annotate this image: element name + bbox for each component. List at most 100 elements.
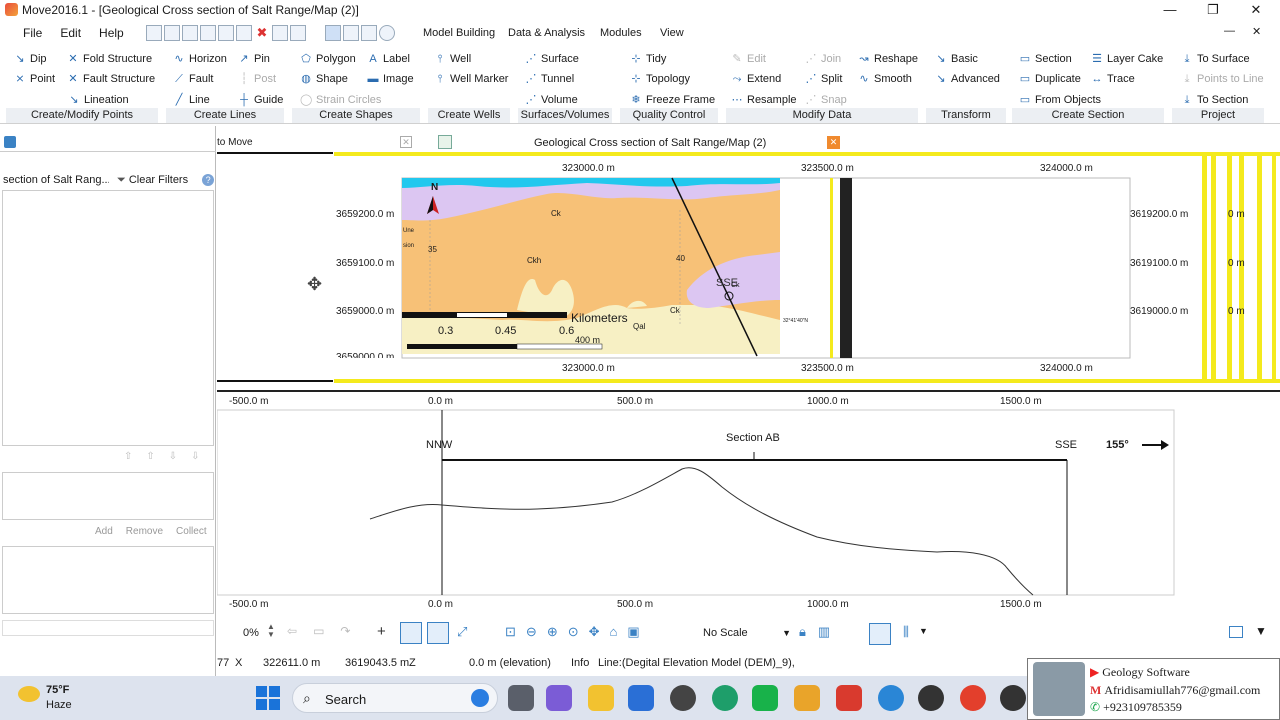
search-box[interactable]: ⌕ Search: [292, 683, 498, 713]
join-button[interactable]: ⋰ Join: [805, 53, 842, 65]
section-button[interactable]: ▭ Section: [1019, 53, 1072, 65]
home-view-icon[interactable]: ⌂: [610, 624, 618, 640]
label-button[interactable]: A Label: [367, 53, 410, 65]
task-view-icon[interactable]: [508, 685, 534, 711]
open-icon[interactable]: [164, 25, 180, 41]
extend-button[interactable]: ⤳ Extend: [731, 73, 782, 85]
section-canvas[interactable]: [217, 392, 1280, 614]
advanced-button[interactable]: ↘ Advanced: [935, 73, 1000, 85]
tab-view[interactable]: View: [660, 27, 684, 39]
ribbon-close-button[interactable]: ✕: [1252, 25, 1261, 38]
close-tab-icon[interactable]: ✕: [400, 136, 412, 148]
zoom-out-icon[interactable]: ⊖: [526, 624, 537, 640]
collect-button[interactable]: Collect: [176, 526, 207, 537]
smooth-button[interactable]: ∿ Smooth: [858, 73, 912, 85]
freeze-frame-button[interactable]: ❄ Freeze Frame: [630, 94, 715, 106]
basic-button[interactable]: ↘ Basic: [935, 53, 978, 65]
zoom-window-icon[interactable]: ⊡: [505, 624, 516, 640]
undo-icon[interactable]: [272, 25, 288, 41]
window-layout-icon[interactable]: [343, 25, 359, 41]
dip-button[interactable]: ↘ Dip: [14, 53, 46, 65]
zoom-extent-icon[interactable]: ⊙: [568, 624, 579, 640]
minimize-button[interactable]: —: [1150, 0, 1190, 20]
map-tab-title[interactable]: Geological Cross section of Salt Range/M…: [534, 137, 766, 149]
shape-button[interactable]: ◍ Shape: [300, 73, 348, 85]
chrome-icon[interactable]: [960, 685, 986, 711]
horizon-button[interactable]: ∿ Horizon: [173, 53, 227, 65]
collection-list[interactable]: [2, 472, 214, 520]
notes-icon[interactable]: [361, 25, 377, 41]
help-icon[interactable]: [379, 25, 395, 41]
window-icon[interactable]: [1229, 626, 1243, 638]
redo-icon[interactable]: [290, 25, 306, 41]
camera-icon[interactable]: ▣: [627, 624, 639, 640]
edit-button[interactable]: ✎ Edit: [731, 53, 766, 65]
point-button[interactable]: ⨯ Point: [14, 73, 55, 85]
line-button[interactable]: ╱ Line: [173, 94, 210, 106]
weather-desc[interactable]: Haze: [46, 699, 72, 711]
horizontal-split-icon[interactable]: [869, 623, 891, 645]
lineation-button[interactable]: ↘ Lineation: [68, 94, 128, 106]
map-close-icon[interactable]: ✕: [827, 136, 840, 149]
meet-icon[interactable]: [546, 685, 572, 711]
axis-view-icon[interactable]: [400, 622, 422, 644]
vertical-split-icon[interactable]: ⫼: [903, 624, 909, 640]
fault-structure-button[interactable]: ✕ Fault Structure: [67, 73, 155, 85]
map-view[interactable]: to Move ✕ Geological Cross section of Sa…: [217, 132, 1280, 388]
points-to-line-button[interactable]: ⤓ Points to Line: [1181, 73, 1264, 85]
move-arrows-icon[interactable]: ⇧⇧⇩⇩: [124, 451, 214, 462]
split-dropdown-icon[interactable]: ▼: [919, 626, 928, 636]
view-layout-icon[interactable]: [325, 25, 341, 41]
copy-icon[interactable]: [218, 25, 234, 41]
panel-menu-icon[interactable]: ▼: [1255, 624, 1267, 638]
well-marker-button[interactable]: ⫯ Well Marker: [434, 73, 509, 85]
crosshair-icon[interactable]: +: [377, 623, 386, 640]
pin-button[interactable]: ↗ Pin: [238, 53, 270, 65]
grid-view-icon[interactable]: [427, 622, 449, 644]
recorder-icon[interactable]: [836, 685, 862, 711]
delete-icon[interactable]: ✖: [254, 25, 270, 41]
menu-help[interactable]: Help: [90, 26, 133, 40]
polygon-button[interactable]: ⬠ Polygon: [300, 53, 356, 65]
weather-temp[interactable]: 75°F: [46, 684, 69, 696]
fold-structure-button[interactable]: ✕ Fold Structure: [67, 53, 152, 65]
image-button[interactable]: ▬ Image: [367, 73, 414, 85]
properties-box[interactable]: [2, 546, 214, 614]
media-icon[interactable]: [1000, 685, 1026, 711]
add-button[interactable]: Add: [95, 526, 113, 537]
tidy-button[interactable]: ⊹ Tidy: [630, 53, 666, 65]
zoom-in-icon[interactable]: ⊕: [547, 624, 558, 640]
filter-help-icon[interactable]: ?: [202, 174, 215, 186]
clear-filters-button[interactable]: Clear Filters: [129, 174, 188, 186]
to-section-button[interactable]: ⤓ To Section: [1181, 94, 1249, 106]
reshape-button[interactable]: ↝ Reshape: [858, 53, 918, 65]
restore-button[interactable]: ❐: [1193, 0, 1233, 20]
fault-button[interactable]: ⟋ Fault: [173, 73, 213, 85]
paste-icon[interactable]: [236, 25, 252, 41]
magnifier-icon[interactable]: [878, 685, 904, 711]
new-icon[interactable]: [146, 25, 162, 41]
well-button[interactable]: ⫯ Well: [434, 53, 472, 65]
tab-data-analysis[interactable]: Data & Analysis: [508, 27, 585, 39]
phone-icon[interactable]: [752, 685, 778, 711]
scale-select[interactable]: No Scale ▼: [701, 624, 791, 642]
tunnel-button[interactable]: ⋰ Tunnel: [525, 73, 575, 85]
surface-button[interactable]: ⋰ Surface: [525, 53, 579, 65]
chatgpt-icon[interactable]: [918, 685, 944, 711]
object-list[interactable]: [2, 190, 214, 446]
split-button[interactable]: ⋰ Split: [805, 73, 843, 85]
layer-cake-button[interactable]: ☰ Layer Cake: [1091, 53, 1163, 65]
close-button[interactable]: ✕: [1236, 0, 1276, 20]
store-icon[interactable]: [628, 685, 654, 711]
pan-icon[interactable]: ✥: [589, 624, 600, 640]
resample-button[interactable]: ⋯ Resample: [731, 94, 797, 106]
menu-edit[interactable]: Edit: [51, 26, 90, 40]
duplicate-button[interactable]: ▭ Duplicate: [1019, 73, 1081, 85]
guide-button[interactable]: ┼ Guide: [238, 94, 283, 106]
edge-icon[interactable]: [712, 685, 738, 711]
move-app-icon[interactable]: [794, 685, 820, 711]
print-icon[interactable]: [200, 25, 216, 41]
app-icon-2[interactable]: [670, 685, 696, 711]
menu-file[interactable]: File: [14, 26, 51, 40]
layers-icon[interactable]: ▥: [818, 624, 830, 640]
